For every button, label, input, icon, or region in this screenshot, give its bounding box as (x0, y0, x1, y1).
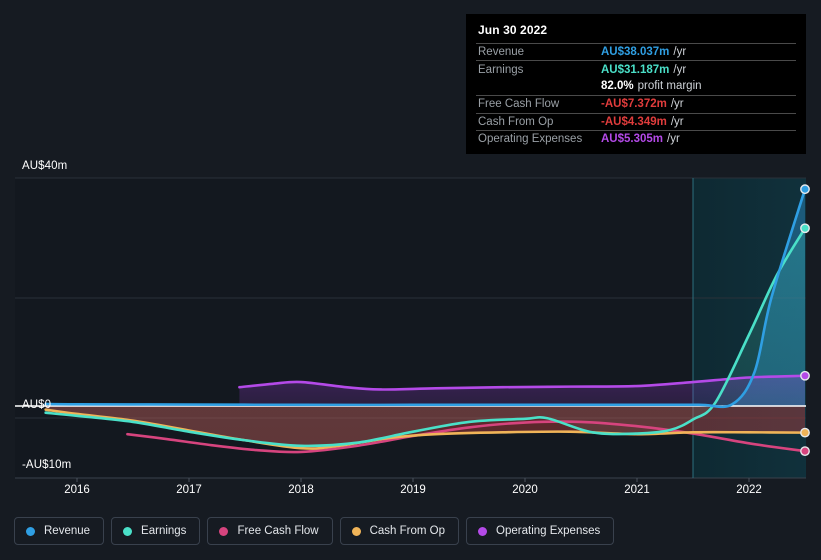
tooltip-row: Operating Expenses AU$5.305m/yr (476, 129, 796, 147)
tooltip-date: Jun 30 2022 (478, 23, 548, 37)
tooltip-rows: Revenue AU$38.037m/yr Earnings AU$31.187m/y… (476, 43, 796, 147)
tooltip-row-unit: /yr (673, 46, 687, 59)
financial-chart-widget: AU$40m AU$0 -AU$10m 2016 2017 2018 2019 2020… (0, 0, 821, 560)
endpoint-marker-cash-from-op[interactable] (800, 427, 810, 438)
y-axis-label-top: AU$40m (22, 160, 68, 172)
legend-item-label: Free Cash Flow (237, 525, 319, 537)
chart-legend[interactable]: Revenue Earnings Free Cash Flow Cash From O… (14, 517, 615, 545)
tooltip-row-label: Free Cash Flow (478, 98, 560, 111)
tooltip-row-label: Operating Expenses (478, 133, 583, 146)
tooltip-row: Earnings AU$31.187m/yr (476, 60, 796, 77)
legend-color-dot-icon (351, 526, 361, 536)
tooltip-row-unit: /yr (673, 63, 687, 76)
tooltip-row-value: -AU$7.372m (601, 98, 667, 111)
y-axis-label-zero: AU$0 (22, 399, 52, 411)
endpoint-marker-revenue[interactable] (800, 184, 810, 195)
tooltip-row: 82.0% profit margin (476, 78, 796, 95)
y-axis-label-negative: -AU$10m (22, 459, 72, 471)
tooltip-row-label: Revenue (478, 46, 525, 59)
tooltip-row: Free Cash Flow -AU$7.372m/yr (476, 95, 796, 112)
x-axis-label-2022: 2022 (736, 484, 762, 496)
legend-item-earnings[interactable]: Earnings (111, 517, 201, 545)
tooltip-row-value: AU$38.037m (601, 46, 670, 59)
legend-item-label: Revenue (44, 525, 91, 537)
x-axis-label-2021: 2021 (624, 484, 650, 496)
legend-item-operating-expenses[interactable]: Operating Expenses (466, 517, 615, 545)
legend-item-free-cash-flow[interactable]: Free Cash Flow (207, 517, 333, 545)
legend-item-label: Earnings (141, 525, 187, 537)
x-axis-label-2016: 2016 (64, 484, 90, 496)
tooltip-row-value: AU$5.305m (601, 133, 664, 146)
endpoint-marker-earnings[interactable] (800, 223, 810, 234)
x-axis-label-2017: 2017 (176, 484, 202, 496)
legend-color-dot-icon (478, 526, 488, 536)
legend-item-label: Operating Expenses (496, 525, 601, 537)
legend-item-cash-from-op[interactable]: Cash From Op (339, 517, 460, 545)
x-axis-label-2020: 2020 (512, 484, 538, 496)
x-axis-label-2019: 2019 (400, 484, 426, 496)
legend-item-revenue[interactable]: Revenue (14, 517, 105, 545)
tooltip-row: Cash From Op -AU$4.349m/yr (476, 112, 796, 130)
endpoint-marker-free-cash-flow[interactable] (800, 446, 810, 457)
legend-color-dot-icon (123, 526, 133, 536)
legend-item-label: Cash From Op (369, 525, 446, 537)
tooltip-row-value: AU$31.187m (601, 63, 670, 76)
tooltip-row-label: Earnings (478, 63, 524, 76)
tooltip-row-unit: profit margin (637, 80, 702, 93)
tooltip-row: Revenue AU$38.037m/yr (476, 43, 796, 60)
tooltip-row-unit: /yr (670, 115, 684, 128)
tooltip-row-value: 82.0% (601, 80, 634, 93)
legend-color-dot-icon (219, 526, 229, 536)
x-axis-label-2018: 2018 (288, 484, 314, 496)
chart-tooltip: Jun 30 2022 Revenue AU$38.037m/yr Earnings… (466, 14, 806, 154)
tooltip-row-value: -AU$4.349m (601, 115, 667, 128)
tooltip-row-unit: /yr (667, 133, 680, 146)
tooltip-row-label: Cash From Op (478, 115, 554, 128)
tooltip-row-unit: /yr (670, 98, 684, 111)
legend-color-dot-icon (26, 526, 35, 536)
endpoint-marker-operating-expenses[interactable] (800, 370, 810, 381)
